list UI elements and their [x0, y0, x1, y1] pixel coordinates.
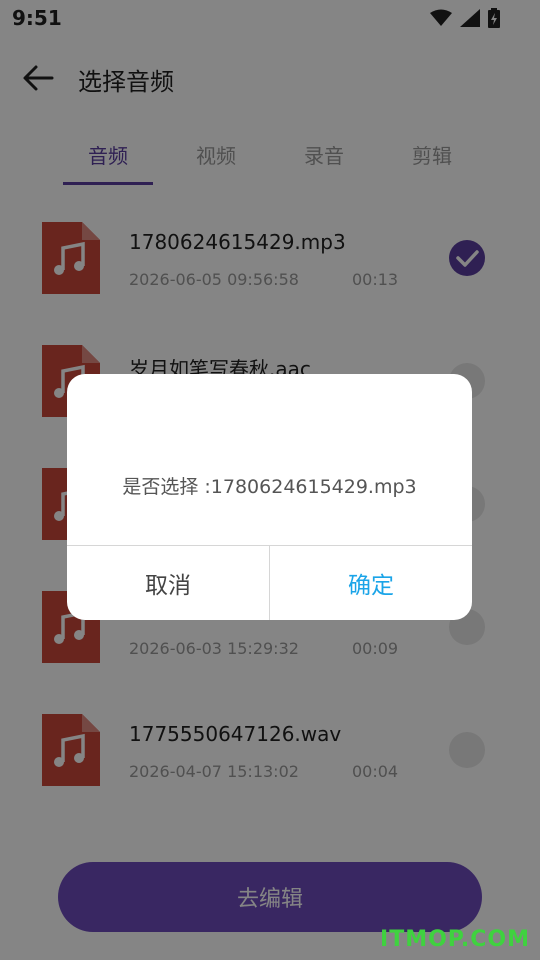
- confirm-button[interactable]: 确定: [270, 546, 472, 620]
- confirm-dialog: 是否选择 :1780624615429.mp3 取消 确定: [67, 374, 472, 620]
- dialog-message: 是否选择 :1780624615429.mp3: [122, 476, 417, 498]
- watermark-text: ITMOP.COM: [380, 927, 530, 952]
- cancel-button[interactable]: 取消: [67, 546, 269, 620]
